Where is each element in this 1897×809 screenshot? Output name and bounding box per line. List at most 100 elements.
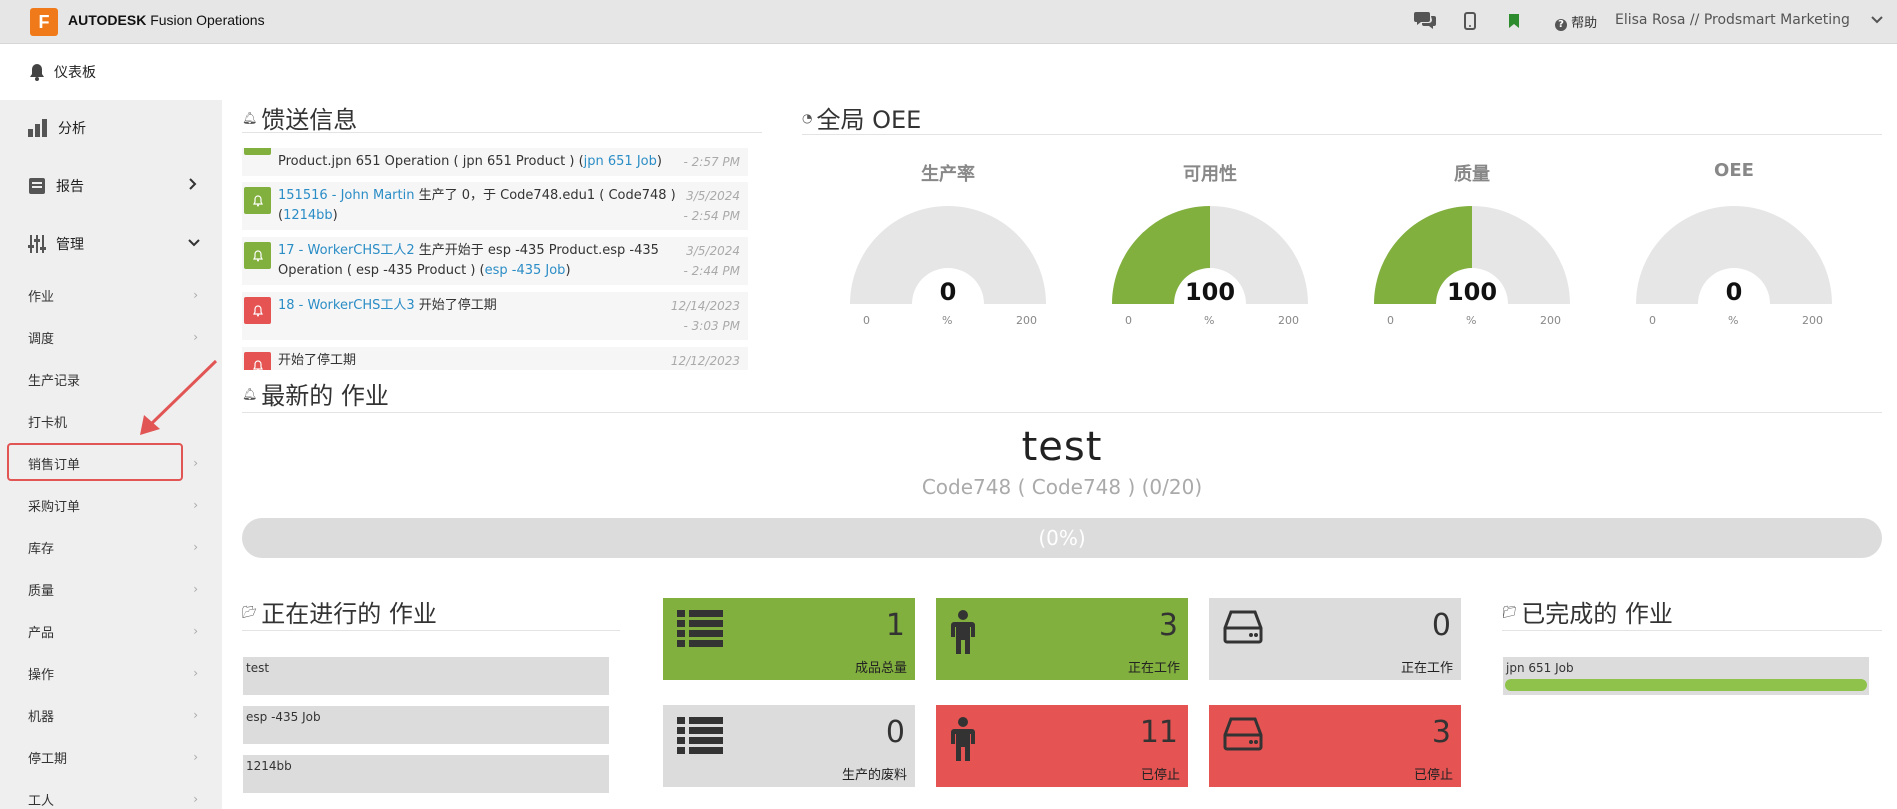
help-link[interactable]: ? 帮助 — [1555, 12, 1597, 31]
divider — [242, 132, 762, 133]
feed-worker-link[interactable]: 18 - WorkerCHS工人3 — [278, 298, 415, 313]
feed-entry: 151516 - John Martin 生产了 0，于 Code748.edu… — [242, 182, 748, 230]
sidebar-item-jobs[interactable]: 作业 › — [28, 286, 198, 306]
sidebar-item-operations[interactable]: 操作 › — [28, 664, 198, 684]
sidebar-item-products[interactable]: 产品 › — [28, 622, 198, 642]
user-menu[interactable]: Elisa Rosa // Prodsmart Marketing — [1615, 12, 1850, 28]
gauge-value: 100 — [1184, 278, 1236, 306]
sidebar-item-manage[interactable]: 管理 — [28, 234, 200, 254]
sidebar-item-machines[interactable]: 机器 › — [28, 706, 198, 726]
feed-time: - 2:44 PM — [683, 264, 741, 278]
tile-machines-working[interactable]: 0 正在工作 — [1209, 598, 1461, 680]
in-progress-job[interactable]: test — [243, 657, 609, 695]
worker-icon — [951, 610, 975, 654]
chevron-right-icon — [188, 178, 198, 194]
gauge-min: 0 — [1387, 314, 1394, 327]
chevron-right-icon: › — [193, 330, 198, 344]
help-icon: ? — [1555, 19, 1567, 31]
gauge-max: 200 — [1802, 314, 1823, 327]
sidebar-item-quality[interactable]: 质量 › — [28, 580, 198, 600]
latest-job-name[interactable]: test — [242, 424, 1882, 470]
feed-worker-link[interactable]: 17 - WorkerCHS工人2 — [278, 243, 415, 258]
dashboard-title[interactable]: 仪表板 — [28, 62, 96, 82]
sidebar-item-downtime[interactable]: 停工期 › — [28, 748, 198, 768]
machine-icon — [1223, 610, 1263, 644]
chevron-right-icon: › — [193, 456, 198, 470]
latest-job-subtitle: Code748 ( Code748 ) (0/20) — [921, 475, 1203, 499]
chevron-right-icon: › — [193, 498, 198, 512]
in-progress-job[interactable]: esp -435 Job — [243, 706, 609, 744]
sidebar-item-reports[interactable]: 报告 — [28, 176, 198, 196]
gauge-max: 200 — [1278, 314, 1299, 327]
gauge-unit: % — [1466, 314, 1477, 327]
divider — [1502, 630, 1882, 631]
list-icon — [677, 717, 723, 754]
tile-workers-working[interactable]: 3 正在工作 — [936, 598, 1188, 680]
feed-time: - 2:57 PM — [683, 155, 741, 169]
worker-icon — [951, 717, 975, 761]
mobile-icon[interactable] — [1458, 9, 1482, 33]
top-bar: F AUTODESK Fusion Operations ? 帮助 Elisa … — [0, 0, 1897, 44]
bell-icon — [244, 352, 271, 370]
in-progress-job[interactable]: 1214bb — [243, 755, 609, 793]
sidebar-item-purchase-orders[interactable]: 采购订单 › — [28, 496, 198, 516]
chevron-right-icon: › — [193, 288, 198, 302]
tile-finished-total[interactable]: 1 成品总量 — [663, 598, 915, 680]
chevron-right-icon: › — [193, 540, 198, 554]
feed-job-link[interactable]: esp -435 Job — [485, 263, 566, 278]
latest-job-progress: (0%) — [242, 518, 1882, 558]
chevron-down-icon[interactable] — [1870, 12, 1884, 31]
bell-icon — [30, 64, 44, 81]
divider — [802, 134, 1882, 135]
chevron-right-icon: › — [193, 582, 198, 596]
feed-date: 3/5/2024 — [686, 244, 740, 258]
sidebar-item-schedule[interactable]: 调度 › — [28, 328, 198, 348]
completed-job[interactable]: jpn 651 Job — [1503, 657, 1869, 695]
sidebar-item-inventory[interactable]: 库存 › — [28, 538, 198, 558]
folder-open-icon: 📂︎ — [242, 604, 258, 619]
chevron-right-icon: › — [193, 750, 198, 764]
gauge-value: 0 — [1725, 278, 1743, 306]
bookmark-icon[interactable] — [1502, 9, 1526, 33]
bell-icon — [244, 297, 271, 324]
chevron-down-icon — [188, 236, 200, 252]
gauge-unit: % — [1728, 314, 1739, 327]
feed-title: 🔔︎ 馈送信息 — [242, 106, 358, 134]
sidebar-item-analysis[interactable]: 分析 — [28, 118, 86, 138]
tile-scrap-produced[interactable]: 0 生产的废料 — [663, 705, 915, 787]
oee-gauge: 质量 100 0% 200 — [1372, 160, 1572, 330]
completed-title: 📁︎ 已完成的 作业 — [1502, 600, 1673, 628]
sidebar-item-workers[interactable]: 工人 › — [28, 790, 198, 809]
gauge-label: 质量 — [1454, 164, 1490, 185]
progress-text: (0%) — [1038, 526, 1086, 550]
gauge-min: 0 — [1125, 314, 1132, 327]
sub-header: 仪表板 — [0, 44, 1897, 100]
gauge-max: 200 — [1016, 314, 1037, 327]
gauge-value: 100 — [1446, 278, 1498, 306]
brand-name: AUTODESK Fusion Operations — [68, 12, 265, 28]
highlight-box — [7, 443, 183, 481]
oee-gauge: 可用性 100 0% 200 — [1110, 160, 1310, 330]
feed-list[interactable]: Product.jpn 651 Operation ( jpn 651 Prod… — [242, 148, 748, 370]
completed-progress-bar — [1505, 679, 1867, 691]
tile-workers-stopped[interactable]: 11 已停止 — [936, 705, 1188, 787]
feed-date: 12/14/2023 — [670, 299, 740, 313]
feed-time: - 3:03 PM — [683, 319, 741, 333]
app-logo[interactable]: F — [30, 8, 58, 36]
chat-icon[interactable] — [1413, 8, 1437, 32]
tile-machines-stopped[interactable]: 3 已停止 — [1209, 705, 1461, 787]
gauge-label: OEE — [1714, 160, 1754, 181]
dashboard-icon: ◔ — [802, 110, 813, 125]
sliders-icon — [28, 235, 46, 253]
feed-job-link[interactable]: jpn 651 Job — [584, 154, 657, 169]
list-icon — [677, 610, 723, 647]
bell-icon — [244, 242, 271, 269]
feed-job-link[interactable]: 1214bb — [283, 208, 333, 223]
bell-icon — [244, 148, 271, 155]
feed-worker-link[interactable]: 151516 - John Martin — [278, 188, 414, 203]
oee-title: ◔ 全局 OEE — [802, 106, 922, 134]
gauge-label: 可用性 — [1183, 164, 1237, 185]
annotation-arrow — [140, 359, 218, 435]
feed-entry: 17 - WorkerCHS工人2 生产开始于 esp -435 Product… — [242, 237, 748, 285]
bell-icon: 🔔︎ — [242, 110, 258, 125]
